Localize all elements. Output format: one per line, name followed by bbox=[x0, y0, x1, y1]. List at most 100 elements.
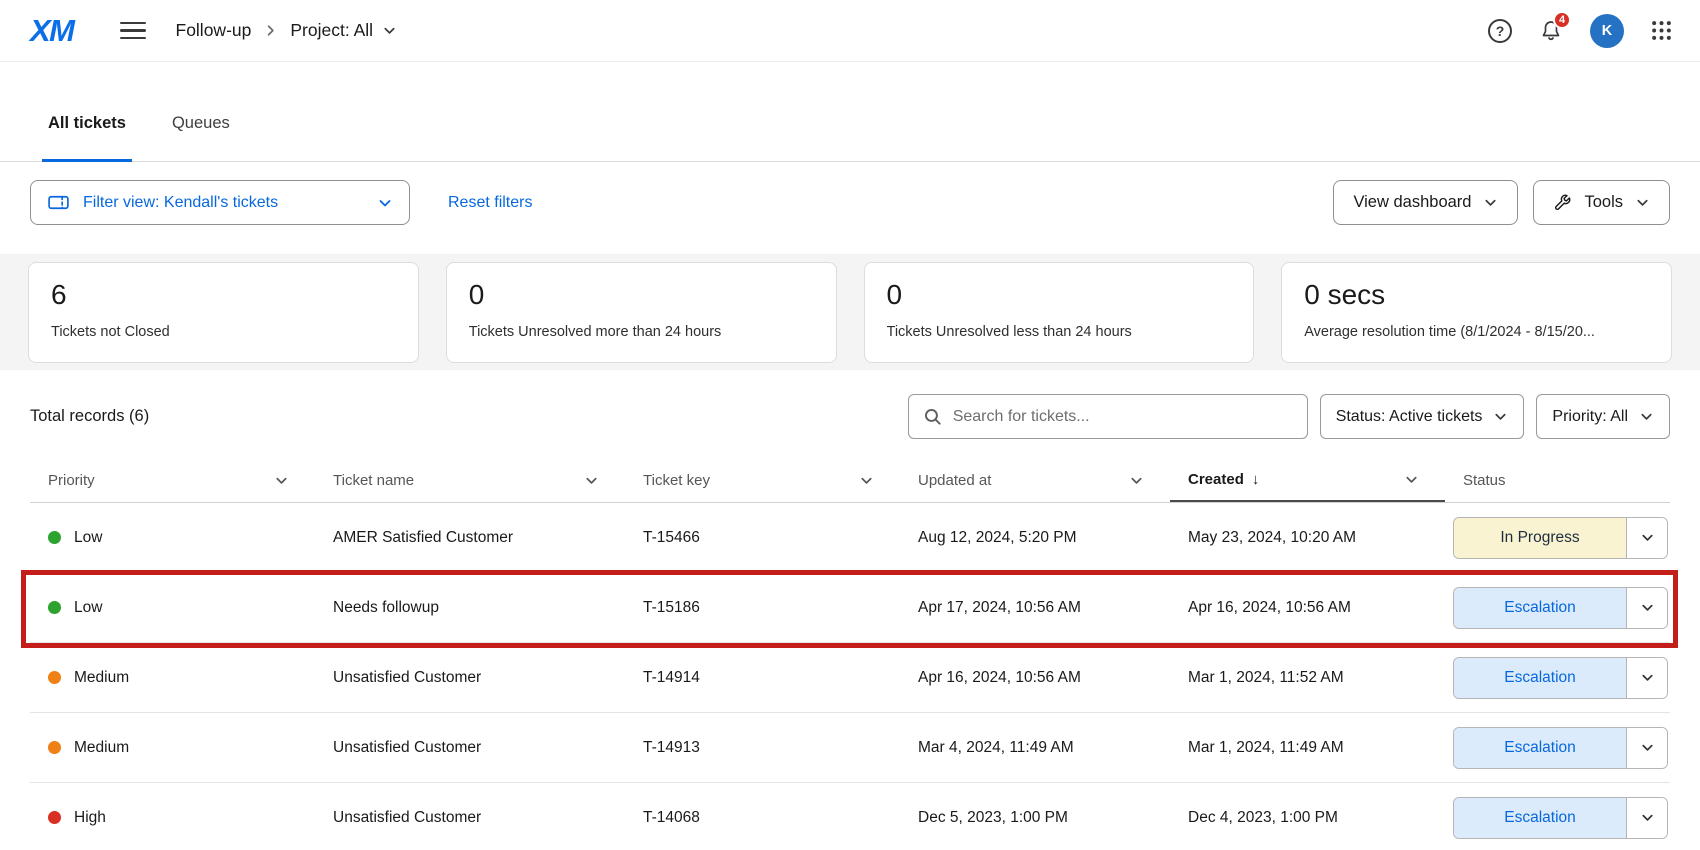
status-dropdown[interactable]: In Progress bbox=[1453, 517, 1668, 559]
tickets-table: Priority Ticket name Ticket key Updated … bbox=[30, 459, 1670, 850]
help-button[interactable] bbox=[1488, 19, 1512, 43]
table-row[interactable]: Low Needs followup T-15186 Apr 17, 2024,… bbox=[30, 573, 1670, 643]
chevron-down-icon[interactable] bbox=[1627, 588, 1667, 628]
chevron-down-icon[interactable] bbox=[1404, 472, 1419, 487]
column-header-ticket-key[interactable]: Ticket key bbox=[625, 459, 900, 502]
chevron-right-icon bbox=[263, 23, 278, 38]
column-header-updated-at[interactable]: Updated at bbox=[900, 459, 1170, 502]
xm-logo[interactable]: XM bbox=[30, 13, 74, 49]
tools-button[interactable]: Tools bbox=[1533, 180, 1670, 225]
stat-label: Tickets Unresolved less than 24 hours bbox=[887, 324, 1232, 340]
ticket-name-cell: Needs followup bbox=[315, 599, 625, 617]
chevron-down-icon[interactable] bbox=[1627, 728, 1667, 768]
tools-label: Tools bbox=[1584, 193, 1623, 212]
notifications-button[interactable]: 4 bbox=[1539, 19, 1563, 43]
created-cell: Dec 4, 2023, 1:00 PM bbox=[1170, 809, 1445, 827]
priority-dot bbox=[48, 811, 61, 824]
tab-all-tickets[interactable]: All tickets bbox=[48, 114, 126, 161]
status-dropdown[interactable]: Escalation bbox=[1453, 657, 1668, 699]
hamburger-menu-icon[interactable] bbox=[120, 22, 146, 40]
stat-card-not-closed: 6 Tickets not Closed bbox=[28, 262, 419, 363]
updated-at-cell: Dec 5, 2023, 1:00 PM bbox=[900, 809, 1170, 827]
priority-label: Low bbox=[74, 599, 102, 617]
priority-label: Low bbox=[74, 529, 102, 547]
priority-filter-label: Priority: All bbox=[1552, 408, 1628, 426]
reset-filters-link[interactable]: Reset filters bbox=[448, 194, 532, 212]
priority-label: Medium bbox=[74, 669, 129, 687]
stats-band: 6 Tickets not Closed 0 Tickets Unresolve… bbox=[0, 254, 1700, 370]
stat-card-unresolved-less-24h: 0 Tickets Unresolved less than 24 hours bbox=[864, 262, 1255, 363]
priority-dot bbox=[48, 531, 61, 544]
priority-filter-dropdown[interactable]: Priority: All bbox=[1536, 394, 1670, 439]
status-filter-dropdown[interactable]: Status: Active tickets bbox=[1320, 394, 1525, 439]
priority-cell: Medium bbox=[30, 669, 315, 687]
wrench-icon bbox=[1553, 193, 1572, 212]
status-dropdown[interactable]: Escalation bbox=[1453, 587, 1668, 629]
stat-card-unresolved-more-24h: 0 Tickets Unresolved more than 24 hours bbox=[446, 262, 837, 363]
records-bar: Total records (6) Status: Active tickets… bbox=[30, 394, 1670, 439]
chevron-down-icon[interactable] bbox=[274, 473, 289, 488]
total-records-label: Total records (6) bbox=[30, 407, 149, 426]
chevron-down-icon[interactable] bbox=[1627, 798, 1667, 838]
breadcrumb-project-label: Project: All bbox=[290, 20, 373, 41]
chevron-down-icon[interactable] bbox=[584, 473, 599, 488]
filter-view-label: Filter view: Kendall's tickets bbox=[83, 194, 364, 212]
apps-grid-icon bbox=[1651, 20, 1672, 41]
breadcrumb-project-dropdown[interactable]: Project: All bbox=[290, 20, 397, 41]
filter-row: Filter view: Kendall's tickets Reset fil… bbox=[30, 180, 1670, 225]
view-dashboard-label: View dashboard bbox=[1353, 193, 1471, 212]
stat-card-avg-resolution: 0 secs Average resolution time (8/1/2024… bbox=[1281, 262, 1672, 363]
view-dashboard-button[interactable]: View dashboard bbox=[1333, 180, 1518, 225]
status-cell: In Progress bbox=[1445, 517, 1670, 559]
priority-cell: Low bbox=[30, 599, 315, 617]
chevron-down-icon[interactable] bbox=[1627, 518, 1667, 558]
topbar-actions: 4 K bbox=[1488, 14, 1672, 48]
updated-at-cell: Apr 16, 2024, 10:56 AM bbox=[900, 669, 1170, 687]
status-dropdown[interactable]: Escalation bbox=[1453, 727, 1668, 769]
search-input[interactable] bbox=[953, 408, 1293, 426]
breadcrumb: Follow-up Project: All bbox=[176, 20, 398, 41]
status-badge: Escalation bbox=[1454, 588, 1626, 628]
apps-grid-button[interactable] bbox=[1651, 20, 1672, 41]
stat-value: 0 secs bbox=[1304, 278, 1649, 312]
ticket-name-cell: AMER Satisfied Customer bbox=[315, 529, 625, 547]
created-cell: May 23, 2024, 10:20 AM bbox=[1170, 529, 1445, 547]
ticket-icon bbox=[47, 191, 70, 214]
column-header-created[interactable]: Created ↓ bbox=[1170, 459, 1445, 502]
updated-at-cell: Aug 12, 2024, 5:20 PM bbox=[900, 529, 1170, 547]
priority-cell: High bbox=[30, 809, 315, 827]
priority-label: Medium bbox=[74, 739, 129, 757]
column-label: Created bbox=[1188, 471, 1244, 488]
column-header-status[interactable]: Status bbox=[1445, 459, 1670, 502]
column-label: Updated at bbox=[918, 472, 991, 489]
filter-view-dropdown[interactable]: Filter view: Kendall's tickets bbox=[30, 180, 410, 225]
ticket-key-cell: T-14068 bbox=[625, 809, 900, 827]
table-row[interactable]: High Unsatisfied Customer T-14068 Dec 5,… bbox=[30, 783, 1670, 850]
breadcrumb-section[interactable]: Follow-up bbox=[176, 20, 252, 41]
chevron-down-icon[interactable] bbox=[859, 473, 874, 488]
table-row[interactable]: Medium Unsatisfied Customer T-14913 Mar … bbox=[30, 713, 1670, 783]
column-label: Ticket key bbox=[643, 472, 710, 489]
priority-dot bbox=[48, 741, 61, 754]
chevron-down-icon[interactable] bbox=[1129, 473, 1144, 488]
chevron-down-icon bbox=[1635, 195, 1650, 210]
status-cell: Escalation bbox=[1445, 587, 1670, 629]
chevron-down-icon bbox=[382, 23, 397, 38]
avatar[interactable]: K bbox=[1590, 14, 1624, 48]
column-label: Ticket name bbox=[333, 472, 414, 489]
chevron-down-icon bbox=[1483, 195, 1498, 210]
ticket-name-cell: Unsatisfied Customer bbox=[315, 809, 625, 827]
chevron-down-icon bbox=[377, 195, 393, 211]
priority-cell: Low bbox=[30, 529, 315, 547]
column-header-ticket-name[interactable]: Ticket name bbox=[315, 459, 625, 502]
status-cell: Escalation bbox=[1445, 727, 1670, 769]
table-row[interactable]: Low AMER Satisfied Customer T-15466 Aug … bbox=[30, 503, 1670, 573]
chevron-down-icon[interactable] bbox=[1627, 658, 1667, 698]
table-row[interactable]: Medium Unsatisfied Customer T-14914 Apr … bbox=[30, 643, 1670, 713]
created-cell: Apr 16, 2024, 10:56 AM bbox=[1170, 599, 1445, 617]
column-header-priority[interactable]: Priority bbox=[30, 459, 315, 502]
status-dropdown[interactable]: Escalation bbox=[1453, 797, 1668, 839]
help-icon bbox=[1488, 19, 1512, 43]
tab-queues[interactable]: Queues bbox=[172, 114, 230, 161]
sort-descending-icon: ↓ bbox=[1252, 471, 1260, 488]
